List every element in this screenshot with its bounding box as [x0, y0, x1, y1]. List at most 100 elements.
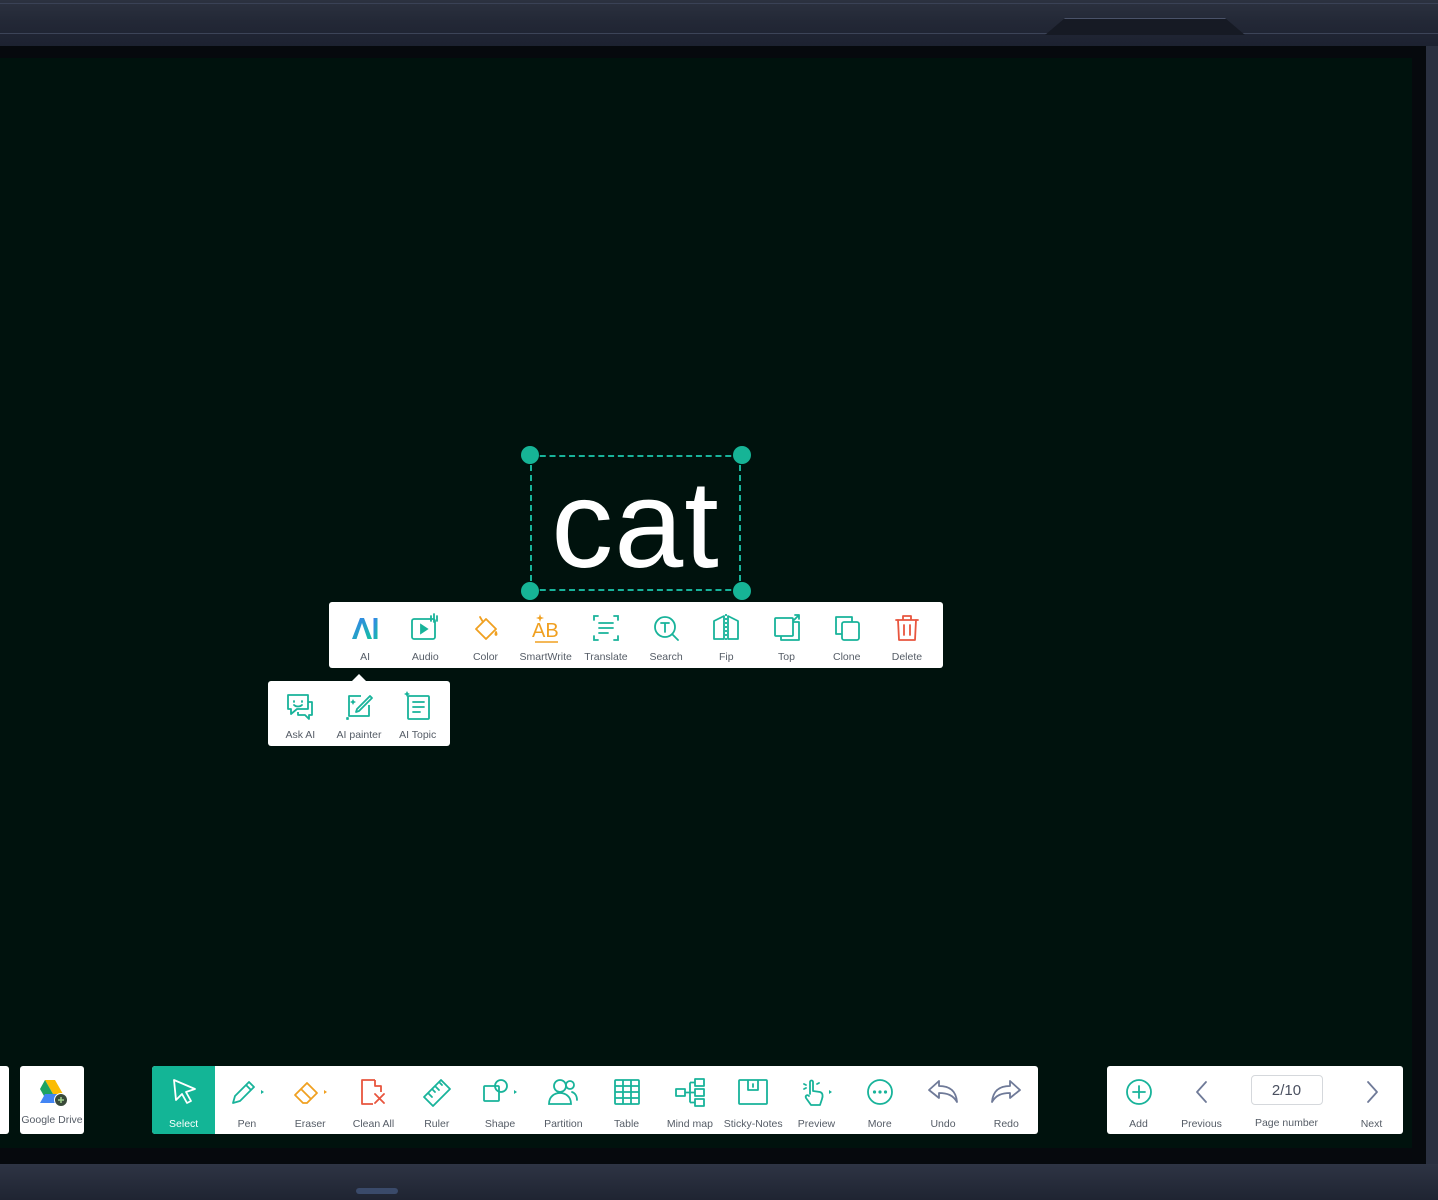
tool-select-label: Select [169, 1118, 199, 1130]
ctx-search-label: Search [649, 651, 683, 663]
ctx-audio-label: Audio [411, 651, 439, 663]
collapsed-dock-tab[interactable] [0, 1066, 9, 1134]
tool-eraser-button[interactable]: Eraser [279, 1066, 342, 1134]
smartwrite-icon: AB [532, 614, 559, 643]
next-page-button[interactable]: Next [1340, 1066, 1403, 1134]
preview-icon [803, 1079, 833, 1106]
tool-redo-label: Redo [993, 1118, 1019, 1130]
undo-icon [928, 1080, 958, 1103]
ai-painter-button[interactable]: AI painter [330, 681, 389, 746]
ctx-translate-label: Translate [584, 651, 628, 663]
light-sensor [356, 1188, 398, 1194]
ctx-top-button[interactable]: Top [756, 602, 816, 668]
top-icon [773, 614, 800, 641]
ai-topic-button[interactable]: AI Topic [388, 681, 447, 746]
table-icon [613, 1079, 640, 1105]
ai-icon [352, 618, 378, 639]
tool-eraser-label: Eraser [294, 1118, 326, 1130]
tool-mind-map-label: Mind map [666, 1118, 713, 1130]
ctx-smartwrite-button[interactable]: AB SmartWrite [516, 602, 576, 668]
clean-all-icon [361, 1079, 386, 1105]
redo-icon [991, 1080, 1022, 1103]
chevron-right-icon [1366, 1081, 1378, 1103]
tool-ruler-button[interactable]: Ruler [405, 1066, 468, 1134]
mind-map-icon [674, 1078, 705, 1107]
ctx-flip-label: Fip [719, 651, 734, 663]
ctx-flip-button[interactable]: Fip [696, 602, 756, 668]
resize-handle-bottom-right[interactable] [733, 582, 751, 600]
pen-icon [232, 1081, 264, 1104]
audio-icon [411, 613, 439, 640]
tool-partition-label: Partition [544, 1118, 583, 1130]
tool-preview-button[interactable]: Preview [785, 1066, 848, 1134]
resize-handle-top-right[interactable] [733, 446, 751, 464]
tool-clean-all-button[interactable]: Clean All [342, 1066, 405, 1134]
ctx-translate-button[interactable]: Translate [576, 602, 636, 668]
tool-more-button[interactable]: More [848, 1066, 911, 1134]
previous-page-button[interactable]: Previous [1170, 1066, 1233, 1134]
translate-icon [593, 615, 619, 641]
ctx-audio-button[interactable]: Audio [395, 602, 455, 668]
add-page-button[interactable]: Add [1107, 1066, 1170, 1134]
clone-icon [834, 616, 860, 641]
monitor-bezel-right [1426, 46, 1438, 1166]
page-nav-toolbar: Add Previous 2/10 Page number Next [1107, 1066, 1403, 1134]
google-drive-label: Google Drive [21, 1114, 83, 1126]
shape-icon [483, 1079, 518, 1102]
partition-icon [548, 1079, 579, 1105]
previous-page-label: Previous [1181, 1118, 1222, 1130]
tool-select-button[interactable]: Select [152, 1066, 216, 1134]
tool-more-label: More [867, 1118, 892, 1130]
tool-shape-button[interactable]: Shape [468, 1066, 531, 1134]
ai-topic-icon [403, 691, 430, 720]
tool-shape-label: Shape [484, 1118, 516, 1130]
svg-text:AB: AB [532, 620, 559, 642]
sticky-notes-icon [738, 1079, 769, 1105]
tool-mind-map-button[interactable]: Mind map [658, 1066, 721, 1134]
ai-submenu: Ask AI AI painter AI Topic [268, 674, 450, 746]
flip-icon [713, 614, 740, 642]
ai-topic-label: AI Topic [399, 729, 437, 741]
add-circle-icon [1125, 1079, 1152, 1105]
tool-redo-button[interactable]: Redo [975, 1066, 1038, 1134]
ctx-ai-button[interactable]: AI [335, 602, 395, 668]
tool-table-button[interactable]: Table [595, 1066, 658, 1134]
resize-handle-top-left[interactable] [521, 446, 539, 464]
tool-pen-button[interactable]: Pen [215, 1066, 278, 1134]
ctx-delete-button[interactable]: Delete [877, 602, 937, 668]
tool-partition-button[interactable]: Partition [532, 1066, 595, 1134]
ctx-clone-label: Clone [833, 651, 861, 663]
ctx-search-button[interactable]: Search [636, 602, 696, 668]
ctx-top-label: Top [778, 651, 795, 663]
tool-preview-label: Preview [797, 1118, 836, 1130]
monitor-bezel-bottom [0, 1164, 1438, 1200]
tool-undo-label: Undo [930, 1118, 956, 1130]
ask-ai-icon [287, 694, 314, 720]
page-number-control[interactable]: 2/10 Page number [1233, 1066, 1340, 1134]
more-icon [866, 1079, 893, 1105]
next-page-label: Next [1360, 1118, 1383, 1130]
cursor-icon [172, 1079, 196, 1104]
selection-box[interactable] [530, 455, 741, 591]
ctx-clone-button[interactable]: Clone [817, 602, 877, 668]
chevron-left-icon [1195, 1081, 1207, 1103]
main-toolbar: Select Pen Eraser Clean All Ruler Shape … [152, 1066, 1038, 1134]
ctx-color-label: Color [472, 651, 499, 663]
ctx-color-button[interactable]: Color [455, 602, 515, 668]
ask-ai-label: Ask AI [285, 729, 316, 741]
google-drive-icon [40, 1080, 68, 1107]
tool-clean-all-label: Clean All [352, 1118, 395, 1130]
tool-sticky-notes-label: Sticky-Notes [723, 1118, 783, 1130]
object-context-menu: AI Audio Color AB SmartWrite Translate S… [329, 602, 943, 668]
tool-pen-label: Pen [237, 1118, 257, 1130]
tool-undo-button[interactable]: Undo [911, 1066, 974, 1134]
camera-notch [1045, 18, 1245, 35]
tool-table-label: Table [614, 1118, 640, 1130]
ask-ai-button[interactable]: Ask AI [271, 681, 330, 746]
ai-painter-label: AI painter [336, 729, 382, 741]
ctx-smartwrite-label: SmartWrite [519, 651, 572, 663]
page-number-field[interactable]: 2/10 [1250, 1075, 1323, 1105]
tool-sticky-notes-button[interactable]: Sticky-Notes [722, 1066, 785, 1134]
google-drive-button[interactable]: Google Drive [20, 1066, 84, 1134]
resize-handle-bottom-left[interactable] [521, 582, 539, 600]
